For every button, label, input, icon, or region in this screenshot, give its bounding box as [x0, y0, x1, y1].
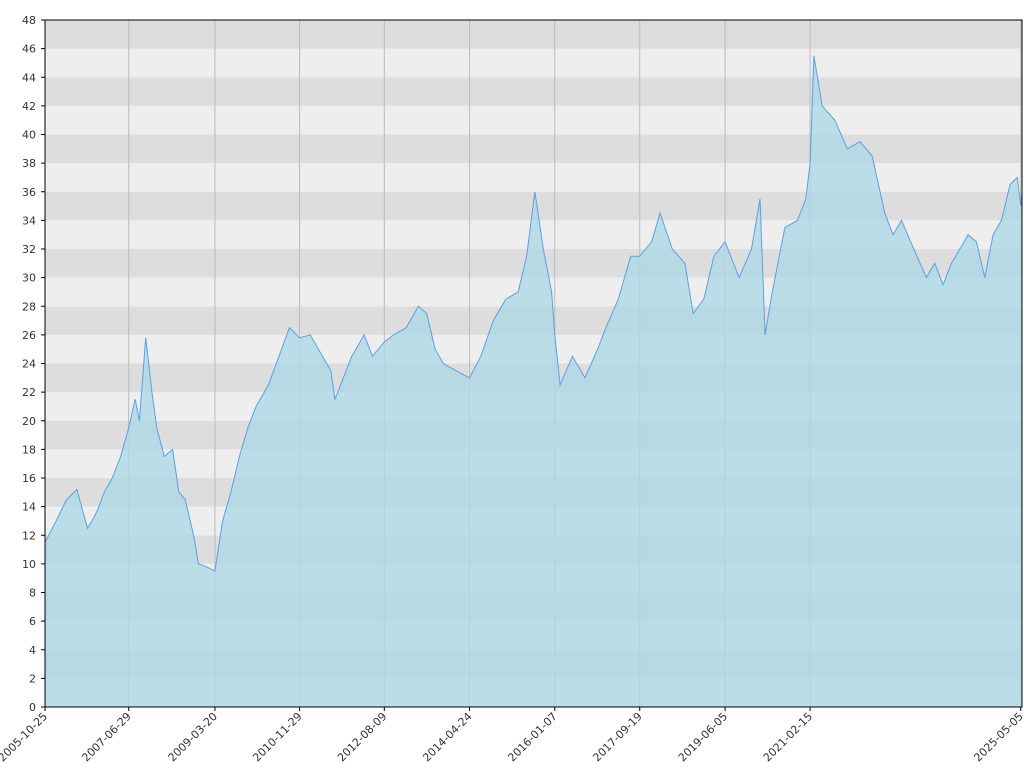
y-tick-label: 0: [29, 701, 36, 714]
y-axis: 0246810121416182022242628303234363840424…: [22, 14, 45, 714]
x-tick-label: 2017-09-19: [590, 710, 644, 764]
y-band: [45, 134, 1022, 164]
x-tick-label: 2012-08-09: [335, 710, 389, 764]
y-band: [45, 48, 1022, 78]
y-tick-label: 10: [22, 558, 36, 571]
y-tick-label: 12: [22, 529, 36, 542]
y-band: [45, 20, 1022, 49]
y-tick-label: 20: [22, 415, 36, 428]
y-tick-label: 44: [22, 71, 36, 84]
x-tick-label: 2016-01-07: [505, 710, 559, 764]
x-axis: 2005-10-25 2007-06-29 2009-03-20 2010-11-29…: [0, 707, 1024, 764]
y-tick-label: 30: [22, 272, 36, 285]
y-tick-label: 46: [22, 43, 36, 56]
y-tick-label: 8: [29, 587, 36, 600]
y-tick-label: 42: [22, 100, 36, 113]
y-tick-label: 32: [22, 243, 36, 256]
x-tick-label: 2009-03-20: [166, 710, 220, 764]
y-tick-label: 18: [22, 443, 36, 456]
y-tick-label: 34: [22, 214, 36, 227]
y-tick-label: 48: [22, 14, 36, 27]
y-tick-label: 28: [22, 300, 36, 313]
x-tick-label: 2005-10-25: [0, 710, 50, 764]
x-tick-label: 2010-11-29: [250, 710, 304, 764]
y-tick-label: 26: [22, 329, 36, 342]
x-tick-label: 2014-04-24: [420, 710, 474, 764]
y-tick-label: 4: [29, 644, 36, 657]
y-tick-label: 38: [22, 157, 36, 170]
y-tick-label: 22: [22, 386, 36, 399]
x-tick-label: 2019-06-05: [676, 710, 730, 764]
y-tick-label: 40: [22, 129, 36, 142]
y-tick-label: 14: [22, 501, 36, 514]
x-tick-label: 2025-05-05: [971, 710, 1024, 764]
y-band: [45, 77, 1022, 106]
y-tick-label: 24: [22, 358, 36, 371]
price-area-chart: 0246810121416182022242628303234363840424…: [0, 14, 1024, 764]
x-tick-label: 2007-06-29: [79, 710, 133, 764]
y-tick-label: 36: [22, 186, 36, 199]
x-tick-label: 2021-02-15: [761, 710, 815, 764]
y-tick-label: 16: [22, 472, 36, 485]
y-tick-label: 6: [29, 615, 36, 628]
y-band: [45, 105, 1022, 135]
y-tick-label: 2: [29, 672, 36, 685]
